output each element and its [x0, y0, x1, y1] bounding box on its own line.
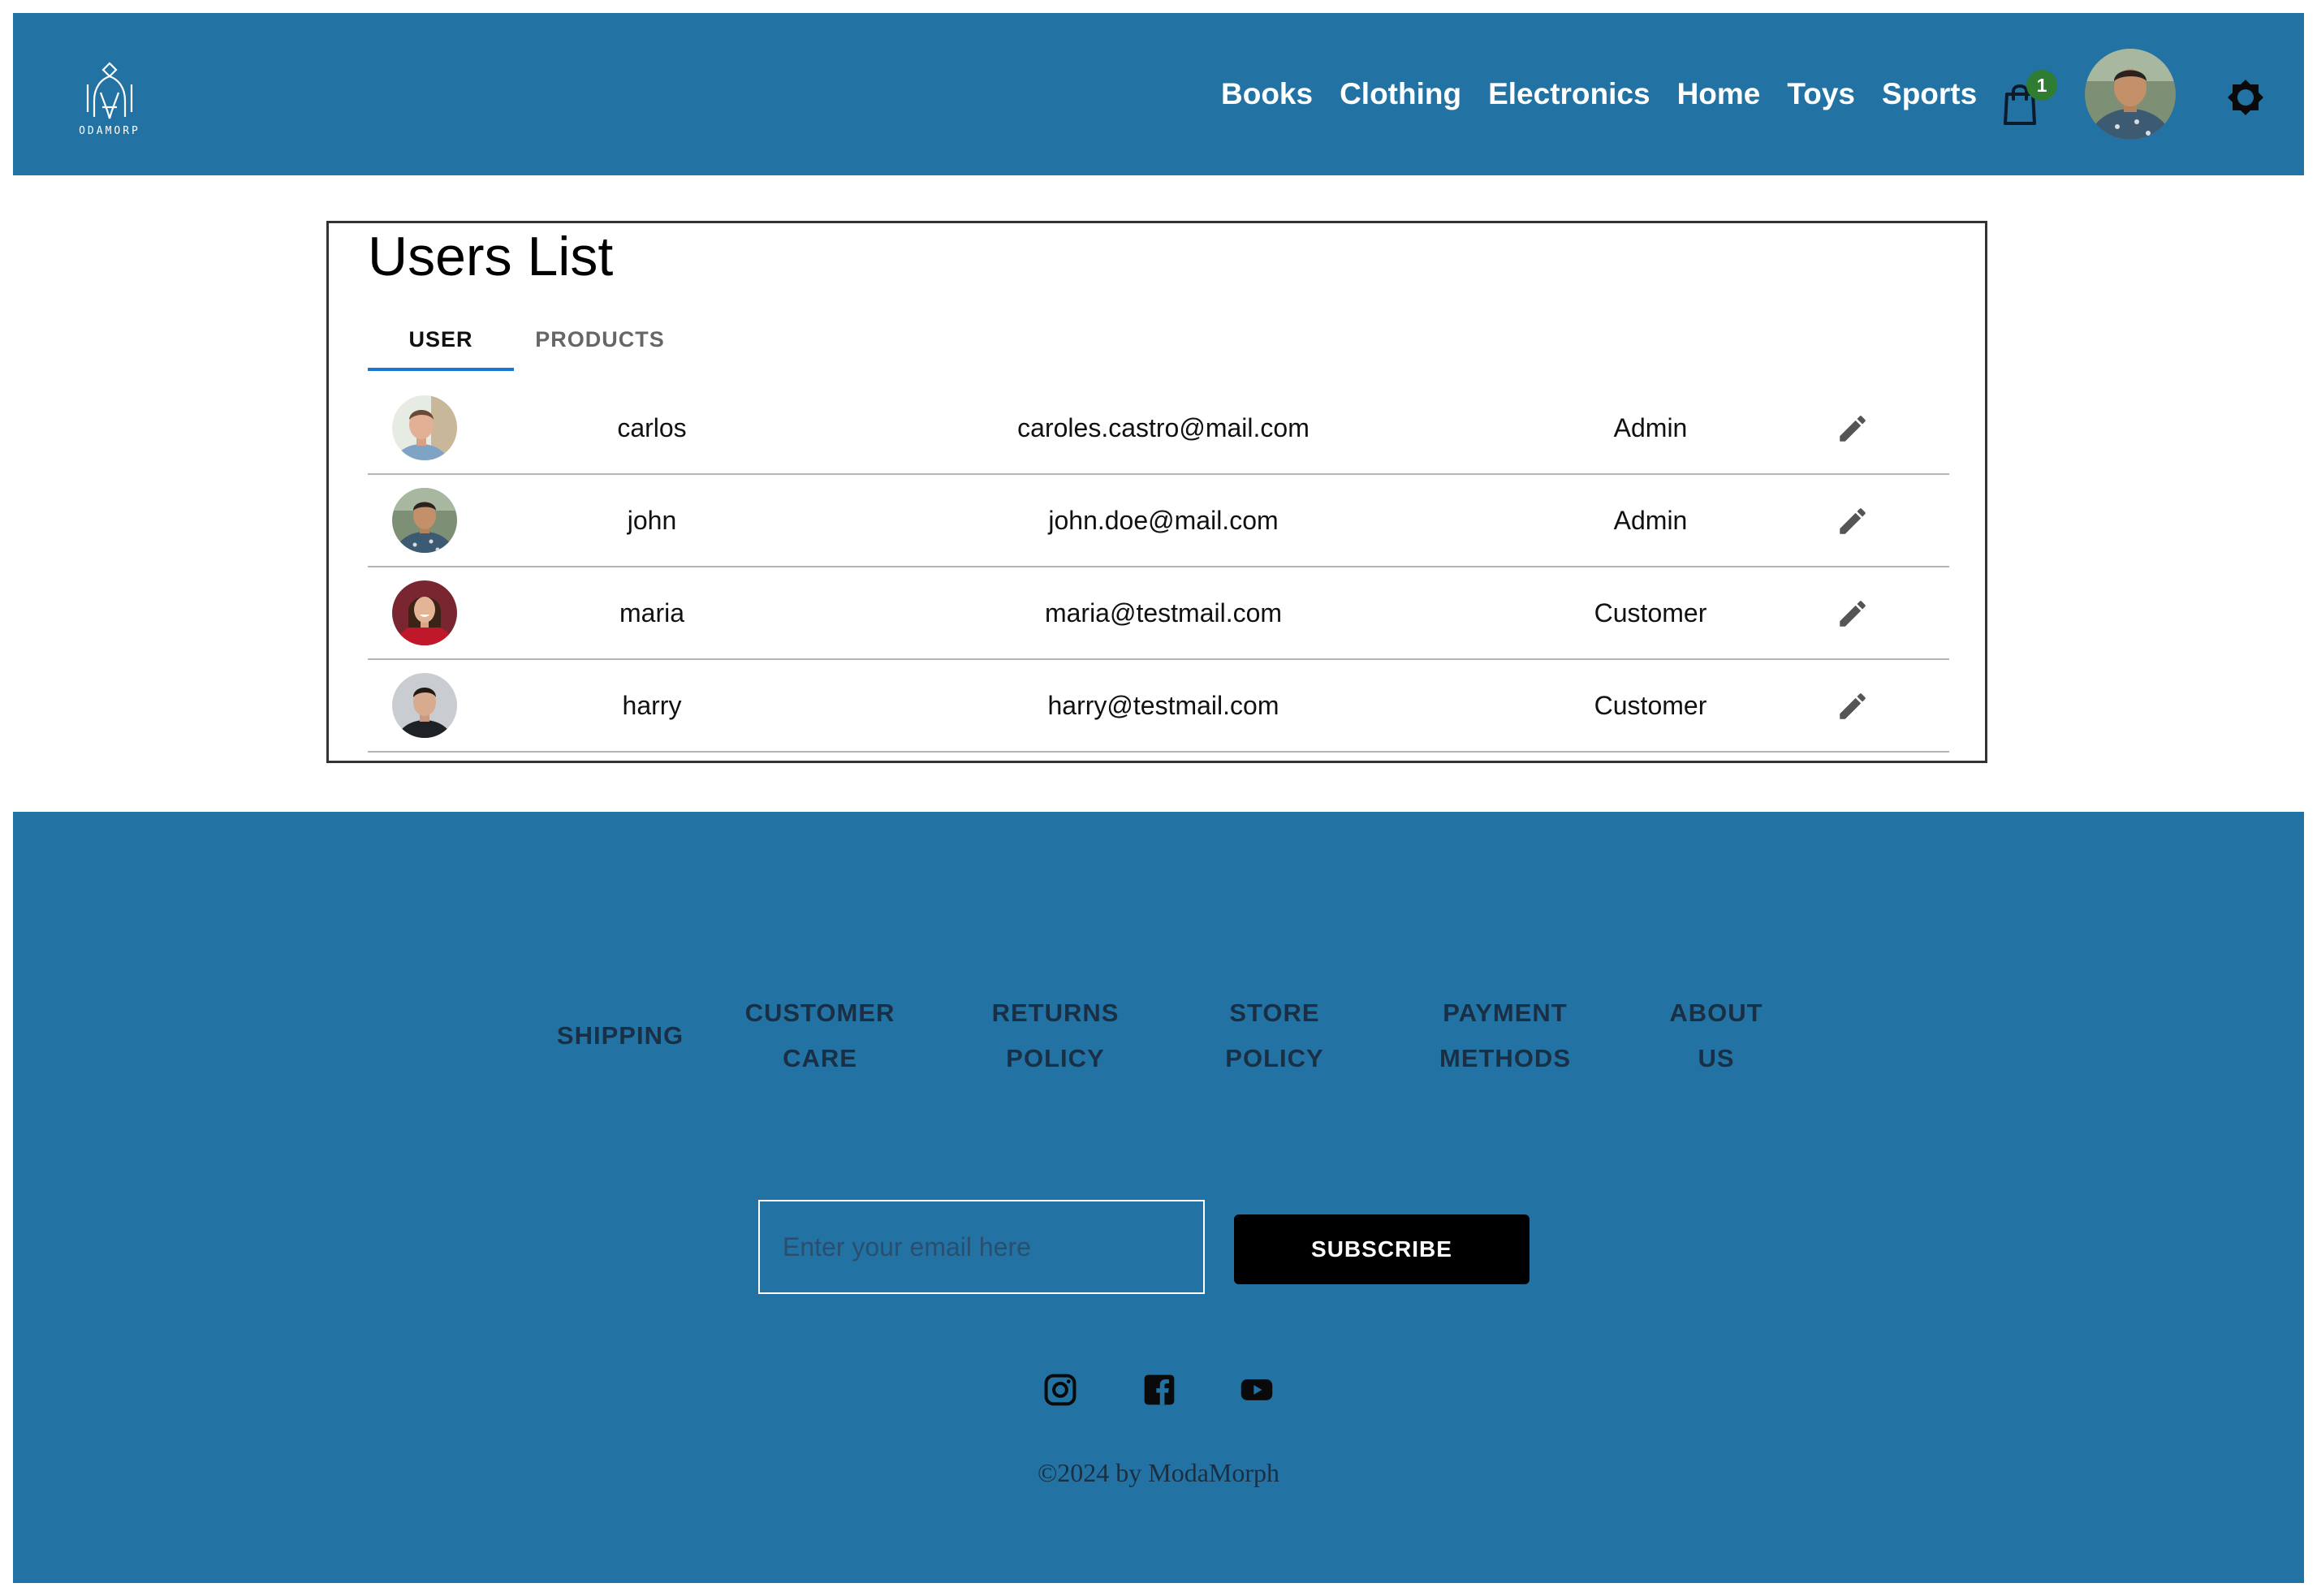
user-role: Customer: [1594, 690, 1707, 720]
theme-toggle-button[interactable]: [2226, 78, 2265, 117]
subscribe-button[interactable]: SUBSCRIBE: [1234, 1214, 1530, 1284]
user-role: Customer: [1594, 597, 1707, 628]
tab-products[interactable]: PRODUCTS: [514, 311, 686, 371]
user-row-avatar: [392, 395, 457, 460]
edit-pencil-icon[interactable]: [1836, 504, 1870, 538]
footer-link-label: STORE: [1229, 999, 1320, 1027]
user-name: carlos: [617, 412, 687, 442]
footer-link-label: SHIPPING: [556, 1021, 684, 1050]
footer-link-label: PAYMENT: [1443, 999, 1568, 1027]
avatar-photo: [392, 580, 457, 645]
footer-link-label: RETURNS: [991, 999, 1120, 1027]
youtube-icon[interactable]: [1239, 1372, 1275, 1408]
user-avatar[interactable]: [2085, 49, 2176, 140]
footer-link-label: POLICY: [1006, 1044, 1105, 1072]
nav-toys[interactable]: Toys: [1787, 77, 1855, 111]
nav-sports[interactable]: Sports: [1882, 77, 1977, 111]
logo-text: ODAMORP: [79, 125, 140, 137]
user-row-avatar: [392, 580, 457, 645]
footer-link-returns-policy[interactable]: RETURNS POLICY: [958, 990, 1153, 1081]
site-footer: SHIPPING CUSTOMER CARE RETURNS POLICY ST…: [13, 812, 2304, 1583]
copyright-text: ©2024 by ModaMorph: [1037, 1458, 1280, 1487]
footer-link-label: POLICY: [1225, 1044, 1324, 1072]
tab-bar: USER PRODUCTS: [368, 311, 686, 371]
footer-link-label: METHODS: [1439, 1044, 1571, 1072]
user-email: maria@testmail.com: [1044, 597, 1283, 628]
users-card: Users List USER PRODUCTS carlos caroles.…: [326, 221, 1987, 763]
gear-icon: [2228, 80, 2263, 115]
avatar-photo: [2085, 49, 2176, 140]
user-name: john: [627, 505, 677, 535]
table-row: john john.doe@mail.com Admin: [368, 475, 1949, 567]
logo-emblem-icon: [86, 62, 133, 119]
page-title: Users List: [368, 226, 614, 287]
nav-books[interactable]: Books: [1221, 77, 1313, 111]
tab-user[interactable]: USER: [368, 311, 514, 371]
nav-electronics[interactable]: Electronics: [1488, 77, 1650, 111]
user-email: john.doe@mail.com: [1048, 505, 1279, 535]
footer-link-shipping[interactable]: SHIPPING: [523, 1013, 718, 1059]
table-row: maria maria@testmail.com Customer: [368, 567, 1949, 660]
top-header: ODAMORP Books Clothing Electronics Home …: [13, 13, 2304, 175]
user-row-avatar: [392, 488, 457, 553]
edit-pencil-icon[interactable]: [1836, 689, 1870, 723]
user-role: Admin: [1613, 505, 1688, 535]
user-email: caroles.castro@mail.com: [1017, 412, 1310, 442]
avatar-photo: [392, 395, 457, 460]
footer-link-label: ABOUT: [1669, 999, 1763, 1027]
instagram-icon[interactable]: [1042, 1372, 1078, 1408]
edit-pencil-icon[interactable]: [1836, 412, 1870, 446]
users-table: carlos caroles.castro@mail.com Admin joh…: [368, 382, 1949, 753]
footer-link-label: US: [1698, 1044, 1735, 1072]
edit-pencil-icon[interactable]: [1836, 597, 1870, 631]
footer-link-label: CARE: [783, 1044, 857, 1072]
user-name: harry: [622, 690, 682, 720]
nav-clothing[interactable]: Clothing: [1340, 77, 1461, 111]
user-row-avatar: [392, 673, 457, 738]
user-name: maria: [619, 597, 684, 628]
avatar-photo: [392, 488, 457, 553]
category-nav: Books Clothing Electronics Home Toys Spo…: [1221, 13, 1977, 175]
footer-link-store-policy[interactable]: STORE POLICY: [1177, 990, 1372, 1081]
nav-home[interactable]: Home: [1677, 77, 1761, 111]
cart-count-badge: 1: [2026, 70, 2057, 101]
footer-link-about-us[interactable]: ABOUT US: [1627, 990, 1806, 1081]
footer-link-payment-methods[interactable]: PAYMENT METHODS: [1400, 990, 1611, 1081]
brand-logo[interactable]: ODAMORP: [65, 60, 154, 141]
user-role: Admin: [1613, 412, 1688, 442]
table-row: carlos caroles.castro@mail.com Admin: [368, 382, 1949, 475]
footer-link-customer-care[interactable]: CUSTOMER CARE: [714, 990, 926, 1081]
avatar-photo: [392, 673, 457, 738]
facebook-icon[interactable]: [1141, 1372, 1177, 1408]
cart-button[interactable]: 1: [2000, 70, 2057, 127]
table-row: harry harry@testmail.com Customer: [368, 660, 1949, 753]
user-email: harry@testmail.com: [1047, 690, 1279, 720]
footer-link-label: CUSTOMER: [744, 999, 895, 1027]
newsletter-email-input[interactable]: [758, 1200, 1205, 1294]
